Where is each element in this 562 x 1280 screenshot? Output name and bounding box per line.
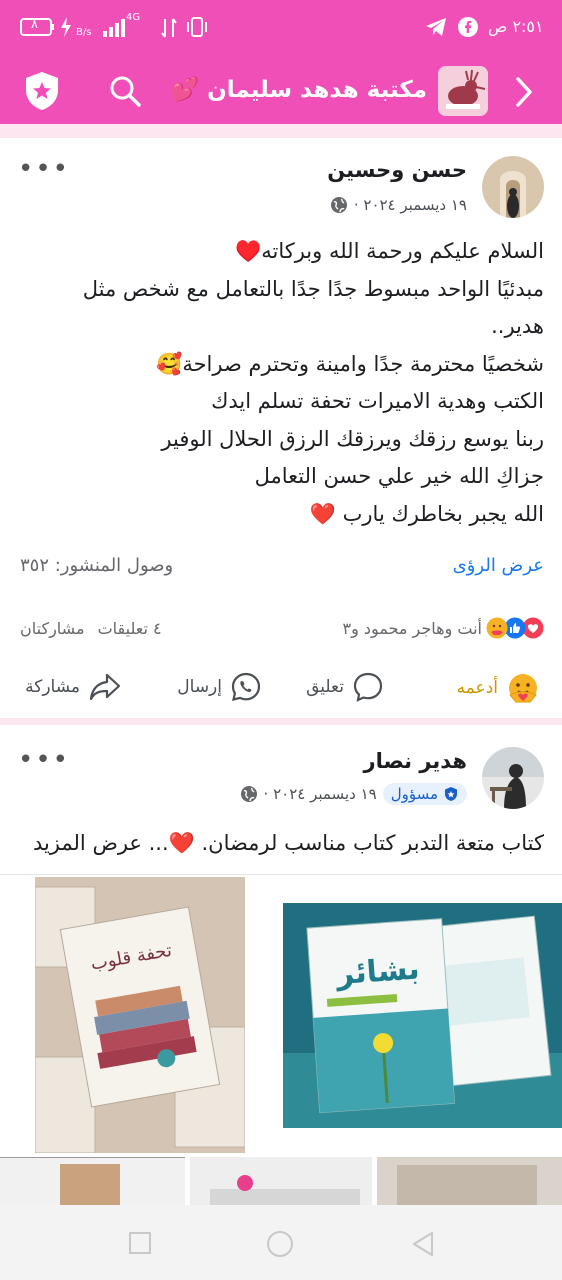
post-date[interactable]: ١٩ ديسمبر ٢٠٢٤ · [354, 196, 467, 214]
photo-grid: تحفة قلوب بشائر [0, 874, 562, 1157]
post-line: جزاكِ الله خير علي حسن التعامل [254, 464, 544, 488]
share-button[interactable]: مشاركة [25, 671, 122, 703]
role-badge-label: مسؤول [390, 785, 438, 803]
engagement-counts: ٤ تعليقات مشاركتان [20, 619, 162, 638]
author-avatar[interactable] [482, 747, 544, 809]
globe-icon [240, 786, 257, 802]
post-line: مبدئيًا الواحد مبسوط جدًا جدًا بالتعامل … [82, 276, 544, 301]
post-author[interactable]: هدير نصار [363, 749, 467, 773]
comment-bubble-icon [353, 672, 383, 702]
post-reach: وصول المنشور: ٣٥٢ [20, 555, 174, 576]
network-type: 4G [126, 12, 141, 23]
reactions-summary[interactable]: أنت وهاجر محمود و٣ [343, 617, 544, 639]
post-text[interactable]: كتاب متعة التدبر كتاب مناسب لرمضان. ❤️..… [18, 825, 544, 863]
circle-icon [267, 1231, 293, 1257]
chevron-right-icon [516, 77, 532, 107]
post-body: السلام عليكم ورحمة الله وبركاته♥️ مبدئيً… [18, 233, 544, 533]
send-button[interactable]: إرسال [177, 671, 262, 703]
support-label: أدعمه [456, 678, 498, 698]
verified-shield-icon [445, 787, 457, 801]
whatsapp-icon [231, 672, 261, 701]
search-button[interactable] [108, 74, 142, 112]
header-separator [0, 124, 562, 138]
mosque-photo-icon [482, 156, 544, 218]
share-label: مشاركة [25, 677, 80, 697]
hoopoe-logo-icon [438, 66, 488, 116]
shares-count[interactable]: مشاركتان [20, 619, 85, 638]
triangle-back-icon [413, 1232, 433, 1256]
system-nav-bar [0, 1205, 562, 1280]
comment-label: تعليق [306, 677, 344, 697]
post-actions: أدعمه تعليق إرسال مشاركة [0, 671, 562, 711]
post-line: شخصيًا محترمة جدًا وامينة وتحترم صراحة🥰 [156, 351, 544, 376]
page-logo[interactable] [438, 66, 488, 116]
facebook-icon [458, 17, 478, 37]
post-line: السلام عليكم ورحمة الله وبركاته♥️ [235, 239, 544, 263]
reaction-icons [486, 617, 544, 639]
reactors-text: أنت وهاجر محمود و٣ [342, 618, 482, 638]
post-divider [0, 718, 562, 725]
gift-bag-photo-icon [0, 1158, 185, 1206]
home-button[interactable] [266, 1230, 294, 1262]
post-line: هدير.. [491, 314, 544, 338]
photo-thumbnail[interactable] [377, 1157, 562, 1205]
author-avatar[interactable] [482, 156, 544, 218]
vibrate-icon [186, 17, 208, 37]
square-icon [129, 1232, 151, 1254]
book-photo-tuhfa[interactable]: تحفة قلوب [35, 877, 245, 1153]
post-author[interactable]: حسن وحسين [327, 158, 467, 182]
shield-star-icon [26, 72, 58, 110]
post-date[interactable]: ١٩ ديسمبر ٢٠٢٤ · [264, 785, 377, 803]
telegram-icon [425, 17, 447, 37]
charging-icon [60, 17, 72, 37]
battery-level: ٨ [31, 17, 38, 32]
support-button[interactable]: أدعمه [457, 671, 540, 705]
post-meta: مسؤول ١٩ ديسمبر ٢٠٢٤ · [240, 783, 467, 805]
book-cover-photo-icon: بشائر [283, 903, 562, 1128]
book-title: بشائر [334, 951, 421, 992]
post-line: الله يجبر بخاطرك يارب ❤️ [309, 501, 544, 526]
share-arrow-icon [89, 673, 121, 701]
more-options-button[interactable]: ••• [18, 156, 70, 182]
clock: ٢:٥١ ص [488, 17, 544, 36]
nav-back-button[interactable] [410, 1230, 436, 1262]
back-button[interactable] [510, 75, 538, 113]
post-body: كتاب متعة التدبر كتاب مناسب لرمضان. ❤️..… [18, 825, 544, 863]
photo-thumbnail[interactable] [0, 1157, 185, 1206]
recents-button[interactable] [128, 1231, 152, 1259]
data-arrows-icon [160, 17, 178, 39]
reader-photo-icon [482, 747, 544, 809]
post-card: هدير نصار مسؤول ١٩ ديسمبر ٢٠٢٤ · ••• كتا… [0, 725, 562, 1206]
comment-button[interactable]: تعليق [306, 671, 384, 703]
page-header: مكتبة هدهد سليمان 💕 [0, 58, 562, 124]
globe-icon [330, 197, 347, 213]
book-photo-bashair[interactable]: بشائر [283, 903, 562, 1128]
admin-shield-button[interactable] [22, 70, 62, 116]
photo-thumbnail[interactable] [190, 1157, 372, 1205]
send-label: إرسال [177, 677, 222, 697]
search-icon [110, 76, 141, 107]
role-badge[interactable]: مسؤول [382, 783, 467, 805]
book-cover-photo-icon: تحفة قلوب [35, 877, 245, 1153]
more-options-button[interactable]: ••• [18, 747, 70, 773]
status-bar: ٨ B/s 4G ٢:٥١ ص [0, 0, 562, 58]
care-reaction-icon [486, 617, 508, 639]
post-card: حسن وحسين ١٩ ديسمبر ٢٠٢٤ · ••• السلام عل… [0, 138, 562, 718]
post-line: الكتب وهدية الاميرات تحفة تسلم ايدك [211, 389, 544, 413]
gift-box-photo-icon [190, 1157, 372, 1205]
comments-count[interactable]: ٤ تعليقات [98, 619, 162, 638]
care-emoji-icon [509, 674, 537, 703]
post-meta: ١٩ ديسمبر ٢٠٢٤ · [330, 196, 467, 214]
view-insights-link[interactable]: عرض الرؤى [453, 555, 544, 576]
page-title[interactable]: مكتبة هدهد سليمان 💕 [170, 76, 427, 103]
post-line: ربنا يوسع رزقك ويرزقك الرزق الحلال الوفي… [161, 426, 544, 451]
photo-thumbnails [0, 1155, 562, 1206]
data-speed-unit: B/s [76, 27, 92, 38]
battery-indicator: ٨ [20, 17, 56, 37]
book-stack-photo-icon [377, 1157, 562, 1205]
